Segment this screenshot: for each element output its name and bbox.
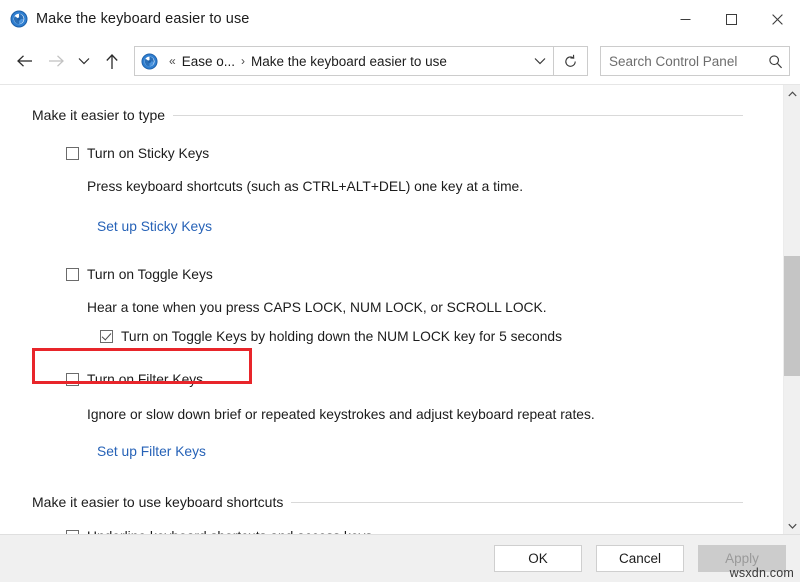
checkbox-row-sticky-keys[interactable]: Turn on Sticky Keys [66, 145, 783, 162]
window-controls [662, 0, 800, 38]
scroll-down-arrow-icon[interactable] [784, 517, 800, 534]
forward-arrow-icon [40, 45, 72, 77]
title-bar: Make the keyboard easier to use [0, 0, 800, 38]
address-ease-of-access-icon [141, 53, 158, 70]
cancel-button[interactable]: Cancel [596, 545, 684, 572]
link-set-up-sticky-keys[interactable]: Set up Sticky Keys [97, 218, 783, 236]
address-bar[interactable]: « Ease o... › Make the keyboard easier t… [134, 46, 554, 76]
content-area: Make it easier to type Turn on Sticky Ke… [0, 84, 800, 534]
label-toggle-keys: Turn on Toggle Keys [87, 266, 213, 283]
window-title: Make the keyboard easier to use [36, 11, 249, 27]
search-input[interactable] [601, 53, 761, 70]
description-toggle-keys: Hear a tone when you press CAPS LOCK, NU… [87, 299, 783, 317]
scroll-up-arrow-icon[interactable] [784, 85, 800, 102]
search-icon[interactable] [761, 54, 789, 69]
close-icon[interactable] [754, 0, 800, 38]
scrollbar-track[interactable] [784, 102, 800, 517]
navigation-bar: « Ease o... › Make the keyboard easier t… [0, 38, 800, 84]
checkbox-filter-keys[interactable] [66, 373, 79, 386]
settings-panel: Make it easier to type Turn on Sticky Ke… [0, 85, 783, 534]
breadcrumb-separator: › [235, 54, 251, 68]
search-box[interactable] [600, 46, 790, 76]
checkbox-row-toggle-keys[interactable]: Turn on Toggle Keys [66, 266, 783, 283]
ease-of-access-icon [10, 10, 28, 28]
checkbox-toggle-keys-numlock[interactable] [100, 330, 113, 343]
control-panel-window: Make the keyboard easier to use [0, 0, 800, 582]
vertical-scrollbar[interactable] [783, 85, 800, 534]
breadcrumb-item-current[interactable]: Make the keyboard easier to use [251, 54, 447, 69]
description-sticky-keys: Press keyboard shortcuts (such as CTRL+A… [87, 178, 783, 196]
checkbox-sticky-keys[interactable] [66, 147, 79, 160]
refresh-icon[interactable] [554, 46, 588, 76]
maximize-icon[interactable] [708, 0, 754, 38]
breadcrumb-leading-separator: « [163, 54, 182, 68]
up-arrow-icon[interactable] [96, 45, 128, 77]
label-sticky-keys: Turn on Sticky Keys [87, 145, 209, 162]
link-set-up-filter-keys[interactable]: Set up Filter Keys [97, 443, 783, 461]
section-title-shortcuts: Make it easier to use keyboard shortcuts [32, 494, 283, 510]
section-rule [291, 502, 743, 503]
label-filter-keys: Turn on Filter Keys [87, 371, 203, 388]
section-rule [173, 115, 743, 116]
breadcrumb-item-ease-of-access[interactable]: Ease o... [182, 54, 235, 69]
label-toggle-keys-numlock: Turn on Toggle Keys by holding down the … [121, 328, 562, 345]
ok-button[interactable]: OK [494, 545, 582, 572]
watermark: wsxdn.com [730, 566, 794, 580]
section-title-type: Make it easier to type [32, 107, 165, 123]
section-header-shortcuts: Make it easier to use keyboard shortcuts [32, 494, 743, 510]
minimize-icon[interactable] [662, 0, 708, 38]
dialog-button-bar: OK Cancel Apply wsxdn.com [0, 534, 800, 582]
description-filter-keys: Ignore or slow down brief or repeated ke… [87, 406, 783, 424]
checkbox-row-filter-keys[interactable]: Turn on Filter Keys [66, 371, 783, 388]
checkbox-toggle-keys[interactable] [66, 268, 79, 281]
back-arrow-icon[interactable] [8, 45, 40, 77]
checkbox-row-toggle-keys-numlock[interactable]: Turn on Toggle Keys by holding down the … [100, 328, 783, 345]
address-chevron-down-icon[interactable] [527, 47, 553, 75]
section-header-type: Make it easier to type [32, 107, 743, 123]
breadcrumb: « Ease o... › Make the keyboard easier t… [163, 54, 527, 69]
chevron-down-icon[interactable] [72, 45, 96, 77]
scrollbar-thumb[interactable] [784, 256, 800, 376]
